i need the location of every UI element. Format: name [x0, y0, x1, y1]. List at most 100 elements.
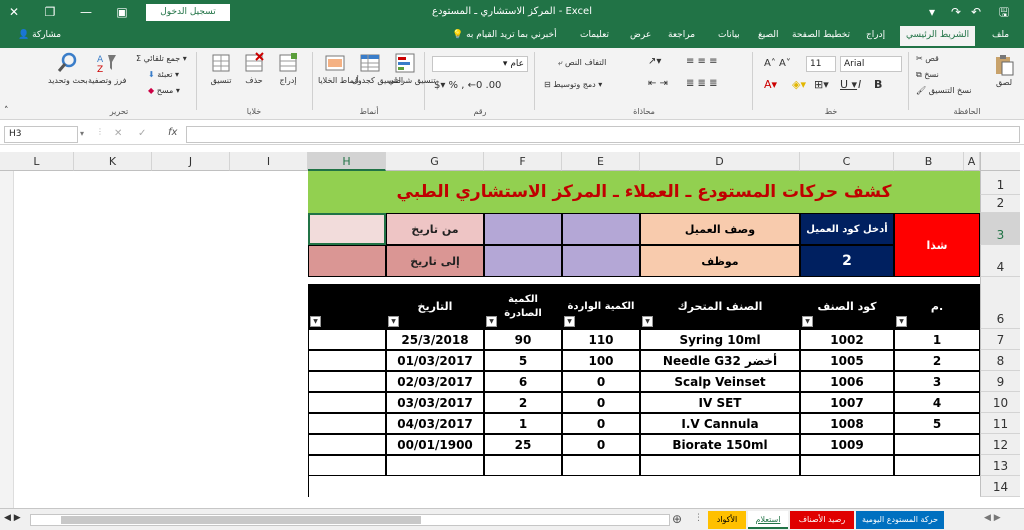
add-sheet-icon[interactable]: ⊕	[672, 512, 682, 526]
sheet-options-icon[interactable]: ⋮	[694, 513, 703, 523]
row-header-12[interactable]: 12	[980, 434, 1020, 455]
tell-me-box[interactable]: 💡 أخبرني بما تريد القيام به	[452, 30, 557, 40]
font-size-combo[interactable]: 11	[806, 56, 836, 72]
column-header-A[interactable]: A	[964, 152, 980, 171]
sheet-tab-query[interactable]: استعلام	[748, 511, 788, 529]
format-cells-button[interactable]: تنسيق	[204, 52, 238, 86]
row-header-9[interactable]: 9	[980, 371, 1020, 392]
clear-button[interactable]: ◆ مسح ▾	[148, 86, 180, 95]
table-cell-num[interactable]: 3	[894, 371, 980, 392]
table-cell-num[interactable]	[894, 434, 980, 455]
horizontal-scrollbar[interactable]	[30, 514, 670, 526]
column-header-E[interactable]: E	[562, 152, 640, 171]
column-header-C[interactable]: C	[800, 152, 894, 171]
table-cell-code[interactable]: 1007	[800, 392, 894, 413]
row-header-6[interactable]: 6	[980, 277, 1020, 329]
table-cell-qty-in[interactable]: 100	[562, 350, 640, 371]
table-cell-date[interactable]: 25/3/2018	[386, 329, 484, 350]
cell-styles-button[interactable]: أنماط الخلايا	[318, 52, 359, 86]
tab-file[interactable]: ملف	[992, 30, 1009, 40]
name-box[interactable]: H3	[4, 126, 78, 143]
table-cell-date[interactable]: 02/03/2017	[386, 371, 484, 392]
table-cell-name[interactable]: Scalp Veinset	[640, 371, 800, 392]
table-cell-qty-in[interactable]: 0	[562, 413, 640, 434]
table-cell-empty[interactable]	[308, 434, 386, 455]
filter-cell-e3[interactable]	[562, 213, 640, 245]
grow-font-icon[interactable]: A˄ A˅	[764, 58, 791, 69]
filter-dropdown-icon[interactable]: ▼	[564, 316, 575, 327]
table-cell-qty-out[interactable]: 25	[484, 434, 562, 455]
table-cell-empty[interactable]	[308, 371, 386, 392]
number-format-icons[interactable]: $▾ % , ←0 .00	[434, 80, 501, 91]
table-cell-code[interactable]: 1005	[800, 350, 894, 371]
row-header-8[interactable]: 8	[980, 350, 1020, 371]
table-cell-date[interactable]: 00/01/1900	[386, 434, 484, 455]
column-header-G[interactable]: G	[386, 152, 484, 171]
autosum-button[interactable]: Σ جمع تلقائي ▾	[136, 54, 187, 63]
filter-cell-f3[interactable]	[484, 213, 562, 245]
table-cell-name[interactable]: I.V Cannula	[640, 413, 800, 434]
ribbon-display-options-icon[interactable]: ▣	[112, 3, 132, 21]
column-header-I[interactable]: I	[230, 152, 308, 171]
table-cell-qty-out[interactable]: 1	[484, 413, 562, 434]
filter-dropdown-icon[interactable]: ▼	[310, 316, 321, 327]
cancel-icon[interactable]: ✕	[114, 128, 122, 139]
qat-customize-icon[interactable]: ▾	[922, 3, 942, 21]
name-box-dropdown-icon[interactable]: ▾	[80, 129, 84, 138]
table-cell-qty-out[interactable]: 2	[484, 392, 562, 413]
table-cell-code[interactable]: 1006	[800, 371, 894, 392]
worksheet-grid[interactable]: A B C D E F G H I J K L 1 2 3 4 6 7 8 9 …	[0, 150, 1024, 508]
table-cell-code[interactable]: 1008	[800, 413, 894, 434]
table-cell-qty-in[interactable]: 0	[562, 371, 640, 392]
filter-dropdown-icon[interactable]: ▼	[388, 316, 399, 327]
column-header-J[interactable]: J	[152, 152, 230, 171]
tab-data[interactable]: بيانات	[718, 30, 740, 40]
merge-center-button[interactable]: ⊟ دمج وتوسيط ▾	[544, 80, 602, 89]
options-icon[interactable]: ⋮	[96, 127, 104, 136]
table-cell-empty[interactable]	[308, 392, 386, 413]
top-align-icons[interactable]: ≡ ≡ ≡	[686, 56, 718, 67]
sheet-nav-icon[interactable]: ◀ ▶	[984, 513, 1001, 523]
row-header-10[interactable]: 10	[980, 392, 1020, 413]
save-icon[interactable]: 🖫	[994, 3, 1014, 21]
sheet-tab-item-balance[interactable]: رصيد الأصناف	[790, 511, 854, 529]
table-cell-qty-out[interactable]: 90	[484, 329, 562, 350]
filter-dropdown-icon[interactable]: ▼	[486, 316, 497, 327]
table-cell-name[interactable]: Syring 10ml	[640, 329, 800, 350]
fill-color-icon[interactable]: ◈▾	[792, 78, 806, 91]
horizontal-align-icons[interactable]: ≣ ≣ ≣	[686, 78, 718, 89]
row-header-4[interactable]: 4	[980, 245, 1020, 277]
table-cell-code[interactable]: 1002	[800, 329, 894, 350]
column-header-H[interactable]: H	[308, 152, 386, 171]
restore-window-icon[interactable]: ❐	[40, 3, 60, 21]
tab-review[interactable]: مراجعة	[668, 30, 695, 40]
filter-cell-e4[interactable]	[562, 245, 640, 277]
minimize-window-icon[interactable]: —	[76, 3, 96, 21]
formula-input[interactable]	[186, 126, 1020, 143]
filter-cell-f4[interactable]	[484, 245, 562, 277]
close-window-icon[interactable]: ✕	[4, 3, 24, 21]
table-cell-name[interactable]: Needle G32 أخضر	[640, 350, 800, 371]
column-header-F[interactable]: F	[484, 152, 562, 171]
tab-home[interactable]: الشريط الرئيسي	[900, 26, 976, 48]
collapse-ribbon-icon[interactable]: ˄	[4, 106, 9, 116]
bold-icon[interactable]: B	[874, 78, 882, 91]
column-header-B[interactable]: B	[894, 152, 964, 171]
borders-icon[interactable]: ⊞▾	[814, 78, 829, 91]
scrollbar-thumb[interactable]	[61, 516, 421, 524]
table-cell-name[interactable]: IV SET	[640, 392, 800, 413]
sheet-tab-codes[interactable]: الأكواد	[708, 511, 746, 529]
tab-formulas[interactable]: الصيغ	[758, 30, 779, 40]
share-button[interactable]: 👤 مشاركة	[18, 30, 61, 40]
underline-icon[interactable]: U ▾	[840, 78, 857, 91]
row-header-13[interactable]: 13	[980, 455, 1020, 476]
fill-button[interactable]: ⬇ تعبئة ▾	[148, 70, 179, 79]
table-cell-num[interactable]: 4	[894, 392, 980, 413]
scroll-left-icon[interactable]: ◀ ▶	[4, 513, 21, 523]
find-select-button[interactable]: بحث وتحديد	[48, 52, 88, 86]
format-painter-button[interactable]: 🖌 نسخ التنسيق	[916, 86, 971, 95]
cut-button[interactable]: ✂ قص	[916, 54, 939, 63]
sort-filter-button[interactable]: AZ فرز وتصفية	[88, 52, 126, 86]
sheet-tab-daily-movement[interactable]: حركة المستودع اليومية	[856, 511, 944, 529]
to-date-input[interactable]	[308, 245, 386, 277]
